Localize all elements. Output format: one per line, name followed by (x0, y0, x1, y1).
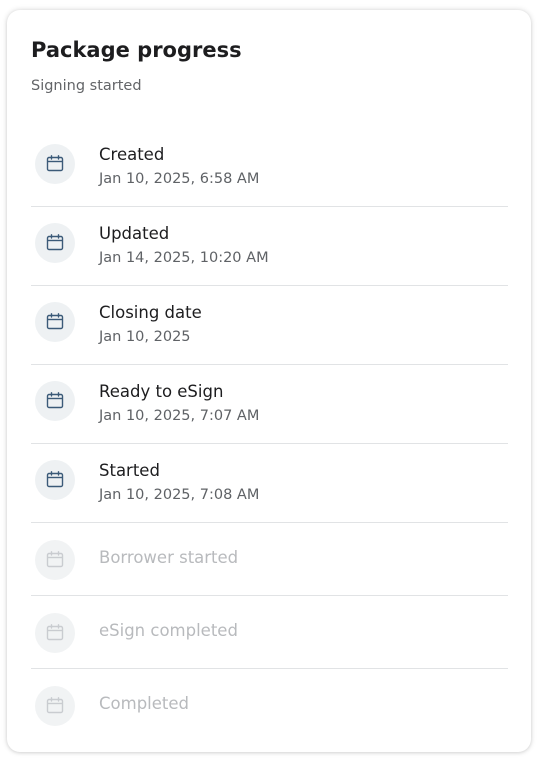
milestone-label: eSign completed (99, 621, 238, 640)
milestone-label: Updated (99, 224, 170, 243)
milestone-item-ready-to-esign: Ready to eSign Jan 10, 2025, 7:07 AM (31, 365, 508, 444)
card-subtitle: Signing started (31, 78, 142, 94)
package-progress-card: Package progress Signing started Created… (7, 10, 531, 752)
calendar-icon (35, 381, 75, 421)
calendar-icon (35, 223, 75, 263)
milestone-item-created: Created Jan 10, 2025, 6:58 AM (31, 128, 508, 207)
milestone-time: Jan 10, 2025, 7:08 AM (99, 487, 260, 503)
milestone-item-updated: Updated Jan 14, 2025, 10:20 AM (31, 207, 508, 286)
calendar-icon (35, 686, 75, 726)
milestone-label: Borrower started (99, 548, 239, 567)
milestone-label: Ready to eSign (99, 382, 224, 401)
milestone-time: Jan 10, 2025 (99, 329, 191, 345)
milestone-time: Jan 14, 2025, 10:20 AM (99, 250, 269, 266)
milestone-item-borrower-started: Borrower started (31, 523, 508, 596)
milestone-label: Started (99, 461, 160, 480)
card-title: Package progress (31, 38, 242, 62)
milestone-time: Jan 10, 2025, 7:07 AM (99, 408, 260, 424)
milestone-list: Created Jan 10, 2025, 6:58 AM Updated Ja… (31, 128, 508, 742)
milestone-item-closing-date: Closing date Jan 10, 2025 (31, 286, 508, 365)
calendar-icon (35, 460, 75, 500)
calendar-icon (35, 302, 75, 342)
milestone-item-completed: Completed (31, 669, 508, 742)
milestone-item-esign-completed: eSign completed (31, 596, 508, 669)
calendar-icon (35, 540, 75, 580)
milestone-label: Closing date (99, 303, 202, 322)
milestone-item-started: Started Jan 10, 2025, 7:08 AM (31, 444, 508, 523)
milestone-label: Created (99, 145, 165, 164)
milestone-time: Jan 10, 2025, 6:58 AM (99, 171, 260, 187)
milestone-label: Completed (99, 694, 189, 713)
calendar-icon (35, 144, 75, 184)
calendar-icon (35, 613, 75, 653)
